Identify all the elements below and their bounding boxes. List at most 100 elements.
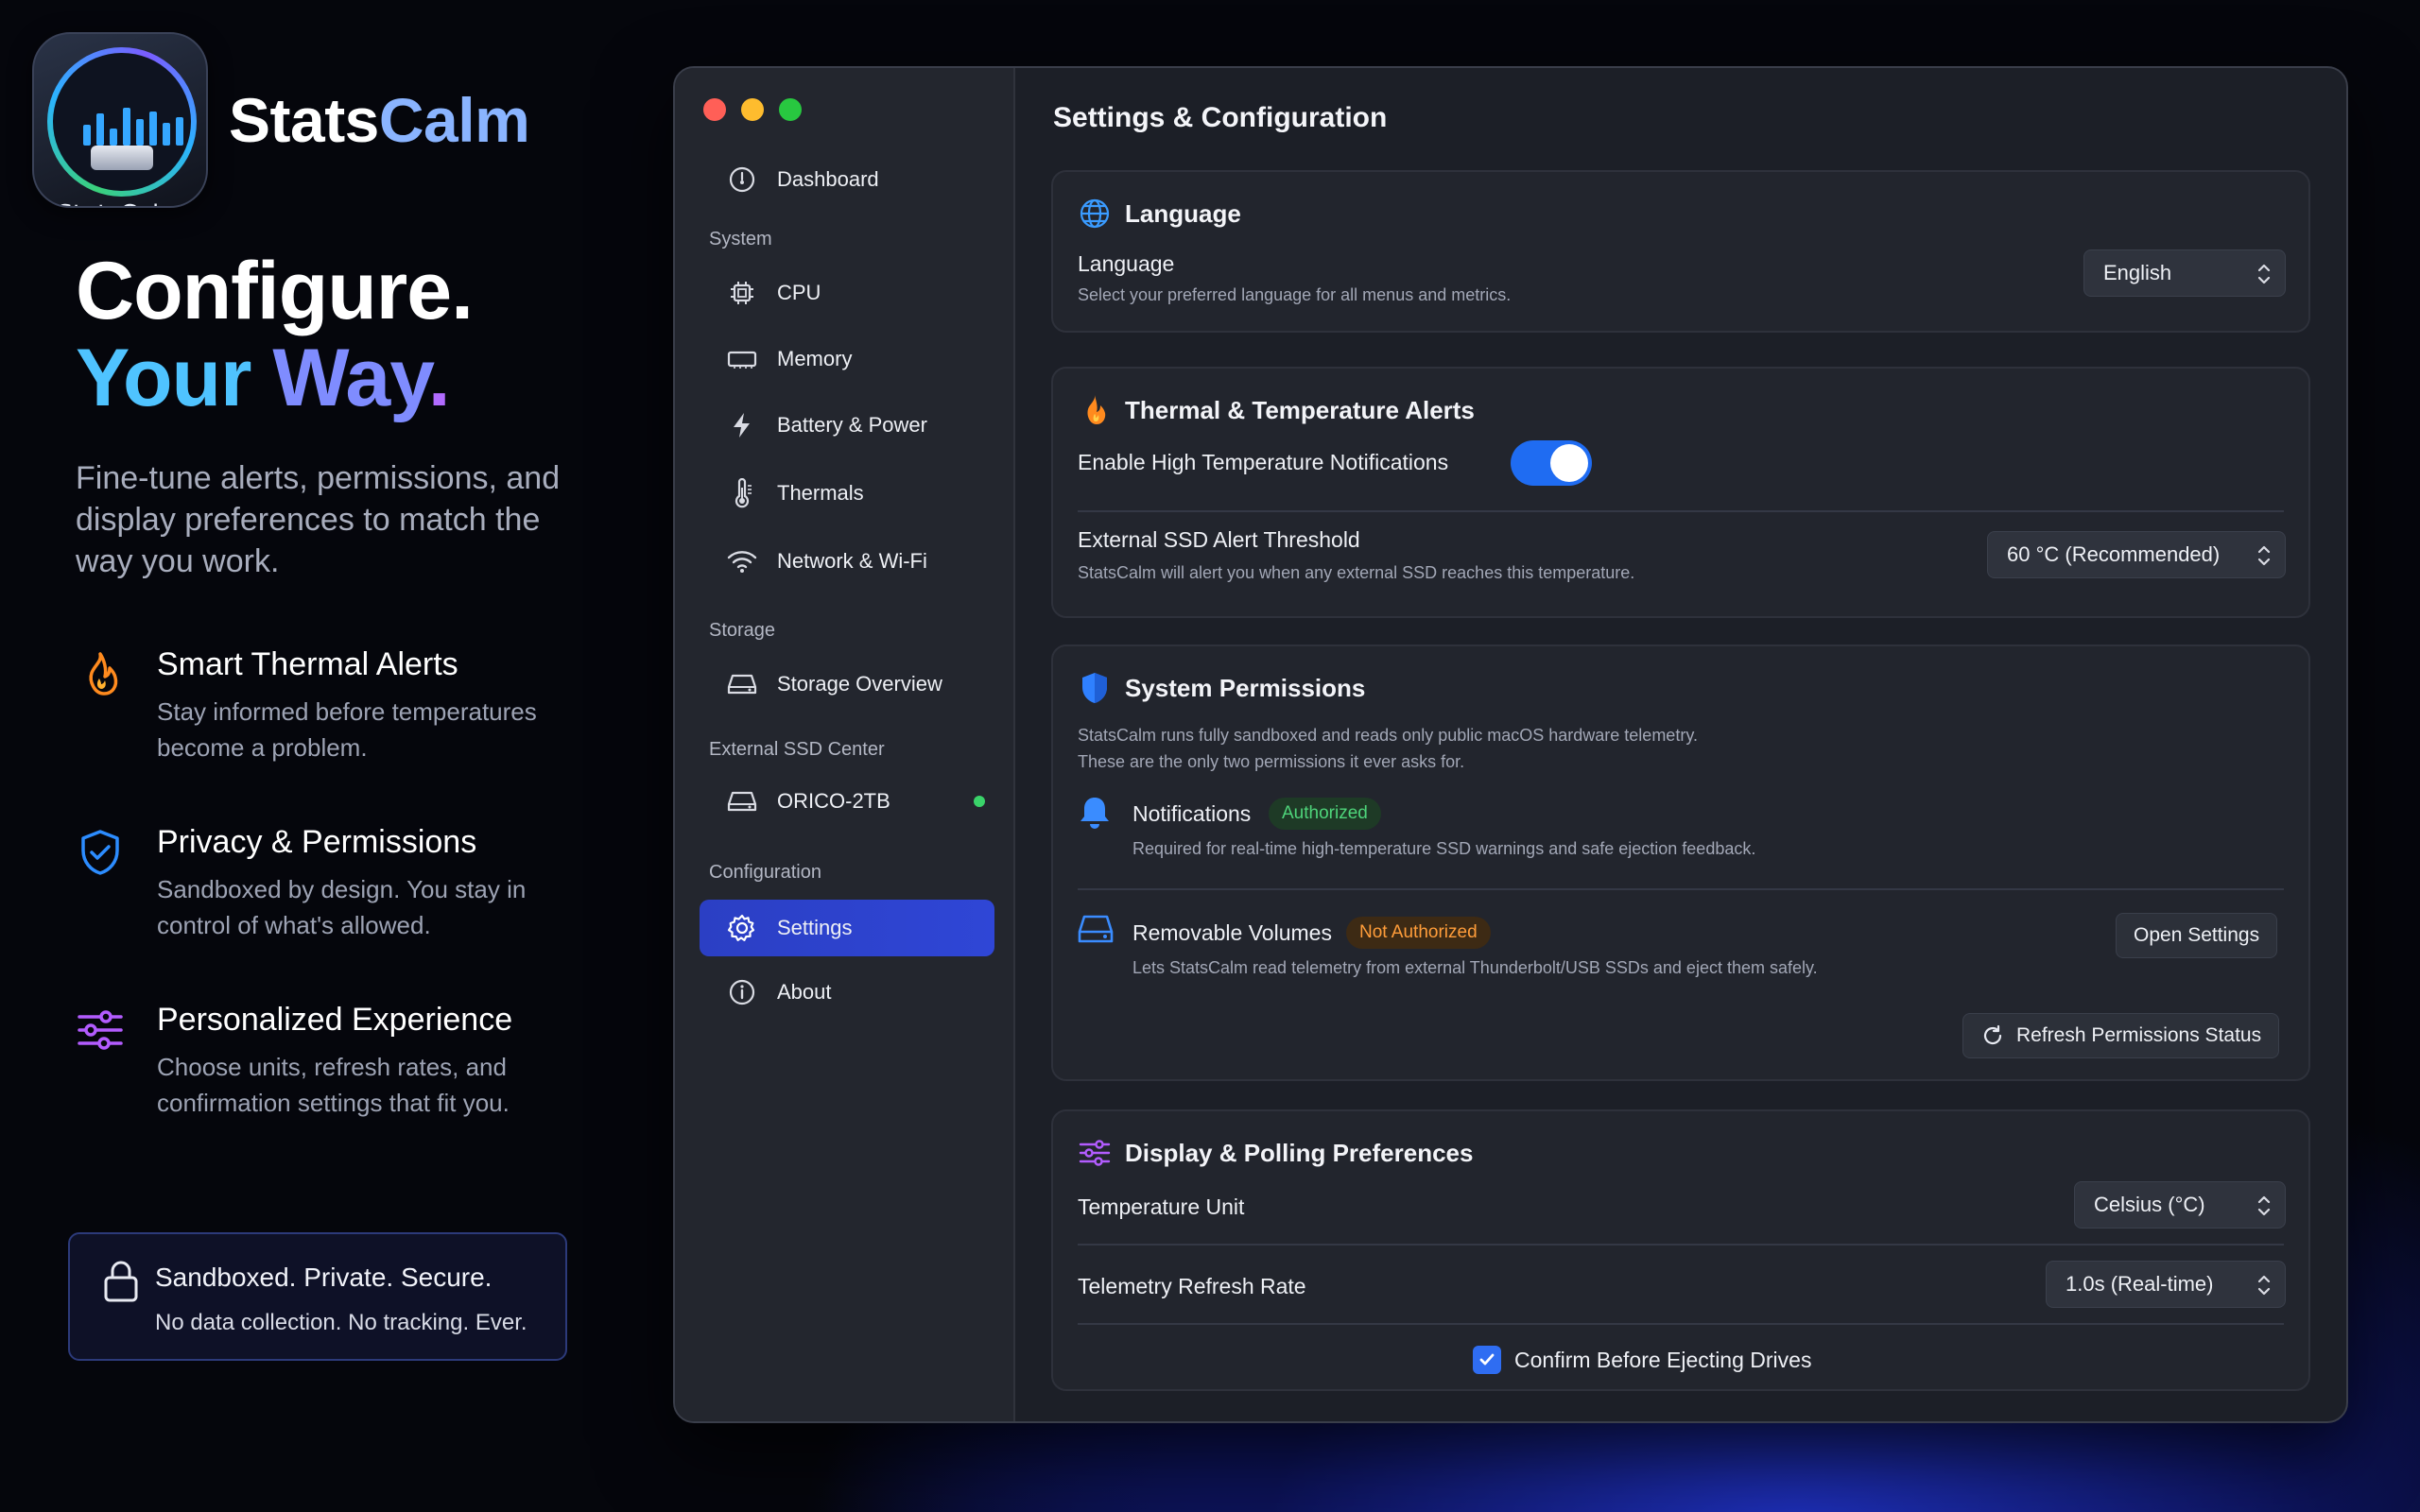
open-settings-button[interactable]: Open Settings xyxy=(2116,913,2278,958)
card-title: Display & Polling Preferences xyxy=(1125,1138,1474,1167)
confirm-eject-checkbox[interactable] xyxy=(1473,1346,1501,1374)
notifications-status-badge: Authorized xyxy=(1269,798,1381,830)
permissions-intro-2: These are the only two permissions it ev… xyxy=(1078,752,1465,771)
removable-drive-icon xyxy=(1078,915,1114,943)
close-window-button[interactable] xyxy=(703,98,726,121)
sidebar-item-label: Battery & Power xyxy=(777,413,927,437)
card-title: Language xyxy=(1125,198,1241,228)
ssd-threshold-label: External SSD Alert Threshold xyxy=(1078,527,1360,552)
minimize-window-button[interactable] xyxy=(741,98,764,121)
temperature-unit-select[interactable]: Celsius (°C) xyxy=(2074,1181,2286,1228)
settings-content: Settings & Configuration Language Langua… xyxy=(1015,68,2346,1421)
sidebar-item-label: About xyxy=(777,980,832,1004)
wifi-icon xyxy=(726,545,758,577)
drive-icon xyxy=(726,668,758,700)
ssd-threshold-description: StatsCalm will alert you when any extern… xyxy=(1078,563,1635,582)
refresh-permissions-button[interactable]: Refresh Permissions Status xyxy=(1962,1013,2280,1058)
sidebar-section-system: System xyxy=(709,229,772,249)
sliders-icon xyxy=(78,1010,123,1050)
sidebar-section-storage: Storage xyxy=(709,620,776,641)
gauge-icon xyxy=(726,163,758,196)
notifications-permission-label: Notifications xyxy=(1132,801,1252,826)
sidebar-item-about[interactable]: About xyxy=(700,964,994,1021)
permissions-intro-1: StatsCalm runs fully sandboxed and reads… xyxy=(1078,726,1698,745)
sidebar-item-storage-overview[interactable]: Storage Overview xyxy=(700,656,994,713)
headline: Configure. Your Way. xyxy=(76,246,474,423)
app-icon-label: StatsCalm xyxy=(34,200,206,206)
card-title: Thermal & Temperature Alerts xyxy=(1125,395,1475,424)
sidebar-item-dashboard[interactable]: Dashboard xyxy=(700,151,994,208)
globe-icon xyxy=(1078,197,1112,231)
security-callout: Sandboxed. Private. Secure. No data coll… xyxy=(68,1232,567,1361)
language-select[interactable]: English xyxy=(2083,249,2286,297)
page-title: Settings & Configuration xyxy=(1053,102,1388,133)
app-window: Dashboard System CPU Memory Battery & Po… xyxy=(673,66,2348,1423)
notifications-permission-description: Required for real-time high-temperature … xyxy=(1132,839,1756,858)
security-title: Sandboxed. Private. Secure. xyxy=(155,1263,493,1292)
cpu-chip-icon xyxy=(726,277,758,309)
removable-volumes-permission-description: Lets StatsCalm read telemetry from exter… xyxy=(1132,958,1818,977)
zoom-window-button[interactable] xyxy=(779,98,802,121)
flame-icon xyxy=(89,652,118,696)
brand-header: StatsCalm StatsCalm xyxy=(32,32,530,208)
feature-desc: Stay informed before temperatures become… xyxy=(157,697,537,762)
bell-icon xyxy=(1080,798,1109,829)
sidebar-item-label: Memory xyxy=(777,347,853,370)
card-title: System Permissions xyxy=(1125,673,1366,702)
security-desc: No data collection. No tracking. Ever. xyxy=(155,1310,527,1335)
chevron-up-down-icon xyxy=(2257,545,2271,566)
checkmark-icon xyxy=(1479,1353,1495,1366)
chevron-up-down-icon xyxy=(2257,264,2271,284)
high-temp-notifications-toggle[interactable] xyxy=(1511,440,1592,486)
online-status-dot xyxy=(974,796,985,807)
display-polling-card: Display & Polling Preferences Temperatur… xyxy=(1051,1109,2310,1391)
temperature-unit-label: Temperature Unit xyxy=(1078,1194,1245,1219)
shield-icon xyxy=(1078,671,1112,705)
thermal-alerts-card: Thermal & Temperature Alerts Enable High… xyxy=(1051,367,2310,618)
sidebar: Dashboard System CPU Memory Battery & Po… xyxy=(675,68,1015,1421)
sidebar-item-settings[interactable]: Settings xyxy=(700,900,994,956)
sidebar-item-thermals[interactable]: Thermals xyxy=(700,465,994,522)
language-description: Select your preferred language for all m… xyxy=(1078,285,1512,304)
sidebar-item-cpu[interactable]: CPU xyxy=(700,265,994,321)
sidebar-item-orico-ssd[interactable]: ORICO-2TB xyxy=(700,773,994,830)
shield-check-icon xyxy=(81,830,119,875)
feature-title: Smart Thermal Alerts xyxy=(157,646,458,682)
sidebar-item-label: Thermals xyxy=(777,481,864,505)
feature-title: Personalized Experience xyxy=(157,1002,513,1038)
sidebar-item-memory[interactable]: Memory xyxy=(700,331,994,387)
subcopy: Fine-tune alerts, permissions, and displ… xyxy=(76,460,561,579)
sliders-icon xyxy=(1078,1136,1112,1170)
feature-title: Privacy & Permissions xyxy=(157,824,477,860)
system-permissions-card: System Permissions StatsCalm runs fully … xyxy=(1051,644,2310,1081)
chevron-up-down-icon xyxy=(2257,1195,2271,1216)
sidebar-item-label: Storage Overview xyxy=(777,672,942,696)
sidebar-item-label: Settings xyxy=(777,916,853,939)
thermometer-icon xyxy=(726,477,758,509)
feature-desc: Sandboxed by design. You stay in control… xyxy=(157,875,527,939)
chevron-up-down-icon xyxy=(2257,1275,2271,1296)
memory-icon xyxy=(726,343,758,375)
sidebar-item-network[interactable]: Network & Wi-Fi xyxy=(700,533,994,590)
gear-icon xyxy=(726,912,758,944)
sidebar-item-battery[interactable]: Battery & Power xyxy=(700,397,994,454)
refresh-rate-label: Telemetry Refresh Rate xyxy=(1078,1274,1306,1298)
headline-line-2: Your Way. xyxy=(76,333,451,423)
lock-icon xyxy=(104,1261,138,1302)
removable-volumes-status-badge: Not Authorized xyxy=(1346,917,1491,949)
info-icon xyxy=(726,976,758,1008)
feature-desc: Choose units, refresh rates, and confirm… xyxy=(157,1053,510,1117)
headline-line-1: Configure. xyxy=(76,246,474,336)
refresh-icon xyxy=(1983,1024,2002,1045)
bolt-icon xyxy=(726,409,758,441)
ssd-threshold-select[interactable]: 60 °C (Recommended) xyxy=(1987,531,2286,578)
flame-icon xyxy=(1078,393,1112,427)
sidebar-item-label: Dashboard xyxy=(777,167,879,191)
sidebar-item-label: CPU xyxy=(777,281,821,304)
app-name: StatsCalm xyxy=(229,85,530,155)
refresh-rate-select[interactable]: 1.0s (Real-time) xyxy=(2046,1261,2286,1308)
high-temp-notifications-label: Enable High Temperature Notifications xyxy=(1078,450,1449,474)
sidebar-section-configuration: Configuration xyxy=(709,862,821,883)
sidebar-item-label: ORICO-2TB xyxy=(777,789,890,813)
removable-volumes-permission-label: Removable Volumes xyxy=(1132,920,1332,945)
